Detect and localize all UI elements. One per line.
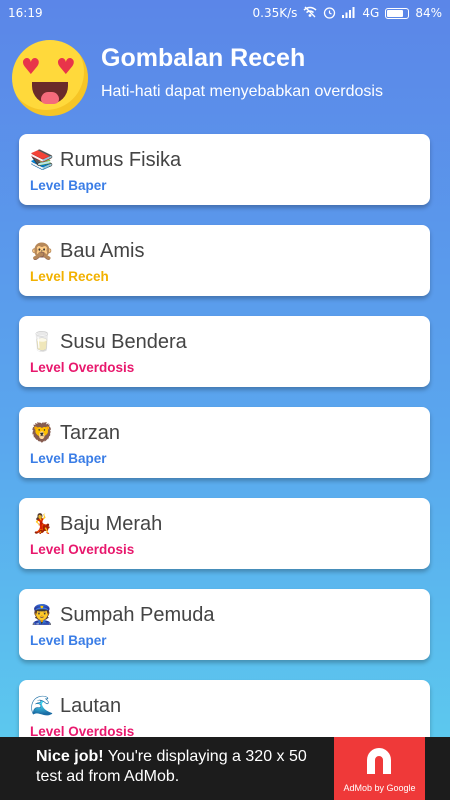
status-bar: 16:19 0.35K/s 4G 84% <box>0 0 450 26</box>
list-item[interactable]: 🥛 Susu Bendera Level Overdosis <box>19 316 430 387</box>
admob-logo[interactable]: AdMob by Google <box>334 737 425 800</box>
list-item-title: Tarzan <box>60 421 121 444</box>
list-item-title: Bau Amis <box>60 239 145 262</box>
status-time: 16:19 <box>8 6 43 20</box>
dancer-icon: 💃 <box>30 514 54 535</box>
heart-icon: ♥ <box>56 55 76 80</box>
list-item-level: Level Overdosis <box>30 360 135 375</box>
list-item-level: Level Baper <box>30 451 107 466</box>
signal-icon <box>342 6 356 20</box>
admob-banner[interactable]: Nice job! You're displaying a 320 x 50 t… <box>0 737 450 800</box>
gombalan-list[interactable]: 📚 Rumus Fisika Level Baper 🙊 Bau Amis Le… <box>19 134 431 771</box>
list-item-title: Lautan <box>60 694 122 717</box>
list-item-level: Level Receh <box>30 269 109 284</box>
app-title: Gombalan Receh <box>101 44 306 72</box>
status-indicators: 0.35K/s 4G 84% <box>253 6 443 21</box>
battery-percent: 84% <box>415 6 442 20</box>
list-item[interactable]: 👮 Sumpah Pemuda Level Baper <box>19 589 430 660</box>
books-icon: 📚 <box>30 150 54 171</box>
wifi-off-icon <box>303 6 317 20</box>
list-item[interactable]: 🙊 Bau Amis Level Receh <box>19 225 430 296</box>
admob-brand-text: AdMob by Google <box>343 783 416 793</box>
police-officer-icon: 👮 <box>30 605 54 626</box>
network-type: 4G <box>362 6 380 20</box>
network-speed: 0.35K/s <box>252 6 298 20</box>
list-item[interactable]: 💃 Baju Merah Level Overdosis <box>19 498 430 569</box>
mouth <box>32 82 68 104</box>
list-item-level: Level Baper <box>30 633 107 648</box>
heart-icon: ♥ <box>21 55 41 80</box>
list-item-title: Sumpah Pemuda <box>60 603 215 626</box>
list-item-level: Level Overdosis <box>30 542 135 557</box>
list-item-title: Baju Merah <box>60 512 163 535</box>
monkey-icon: 🙊 <box>30 241 54 262</box>
admob-icon <box>367 748 391 774</box>
ad-text[interactable]: Nice job! You're displaying a 320 x 50 t… <box>36 747 336 787</box>
list-item-title: Susu Bendera <box>60 330 187 353</box>
list-item[interactable]: 📚 Rumus Fisika Level Baper <box>19 134 430 205</box>
ad-bold-text: Nice job! <box>36 748 104 765</box>
alarm-icon <box>323 6 336 21</box>
battery-icon <box>385 7 410 19</box>
list-item[interactable]: 🦁 Tarzan Level Baper <box>19 407 430 478</box>
milk-glass-icon: 🥛 <box>30 332 54 353</box>
app-header: ♥ ♥ Gombalan Receh Hati-hati dapat menye… <box>0 26 450 126</box>
wave-icon: 🌊 <box>30 696 54 717</box>
list-item-level: Level Baper <box>30 178 107 193</box>
lion-icon: 🦁 <box>30 423 54 444</box>
heart-eyes-emoji-icon: ♥ ♥ <box>12 40 88 116</box>
list-item-title: Rumus Fisika <box>60 148 182 171</box>
app-subtitle: Hati-hati dapat menyebabkan overdosis <box>101 83 383 100</box>
